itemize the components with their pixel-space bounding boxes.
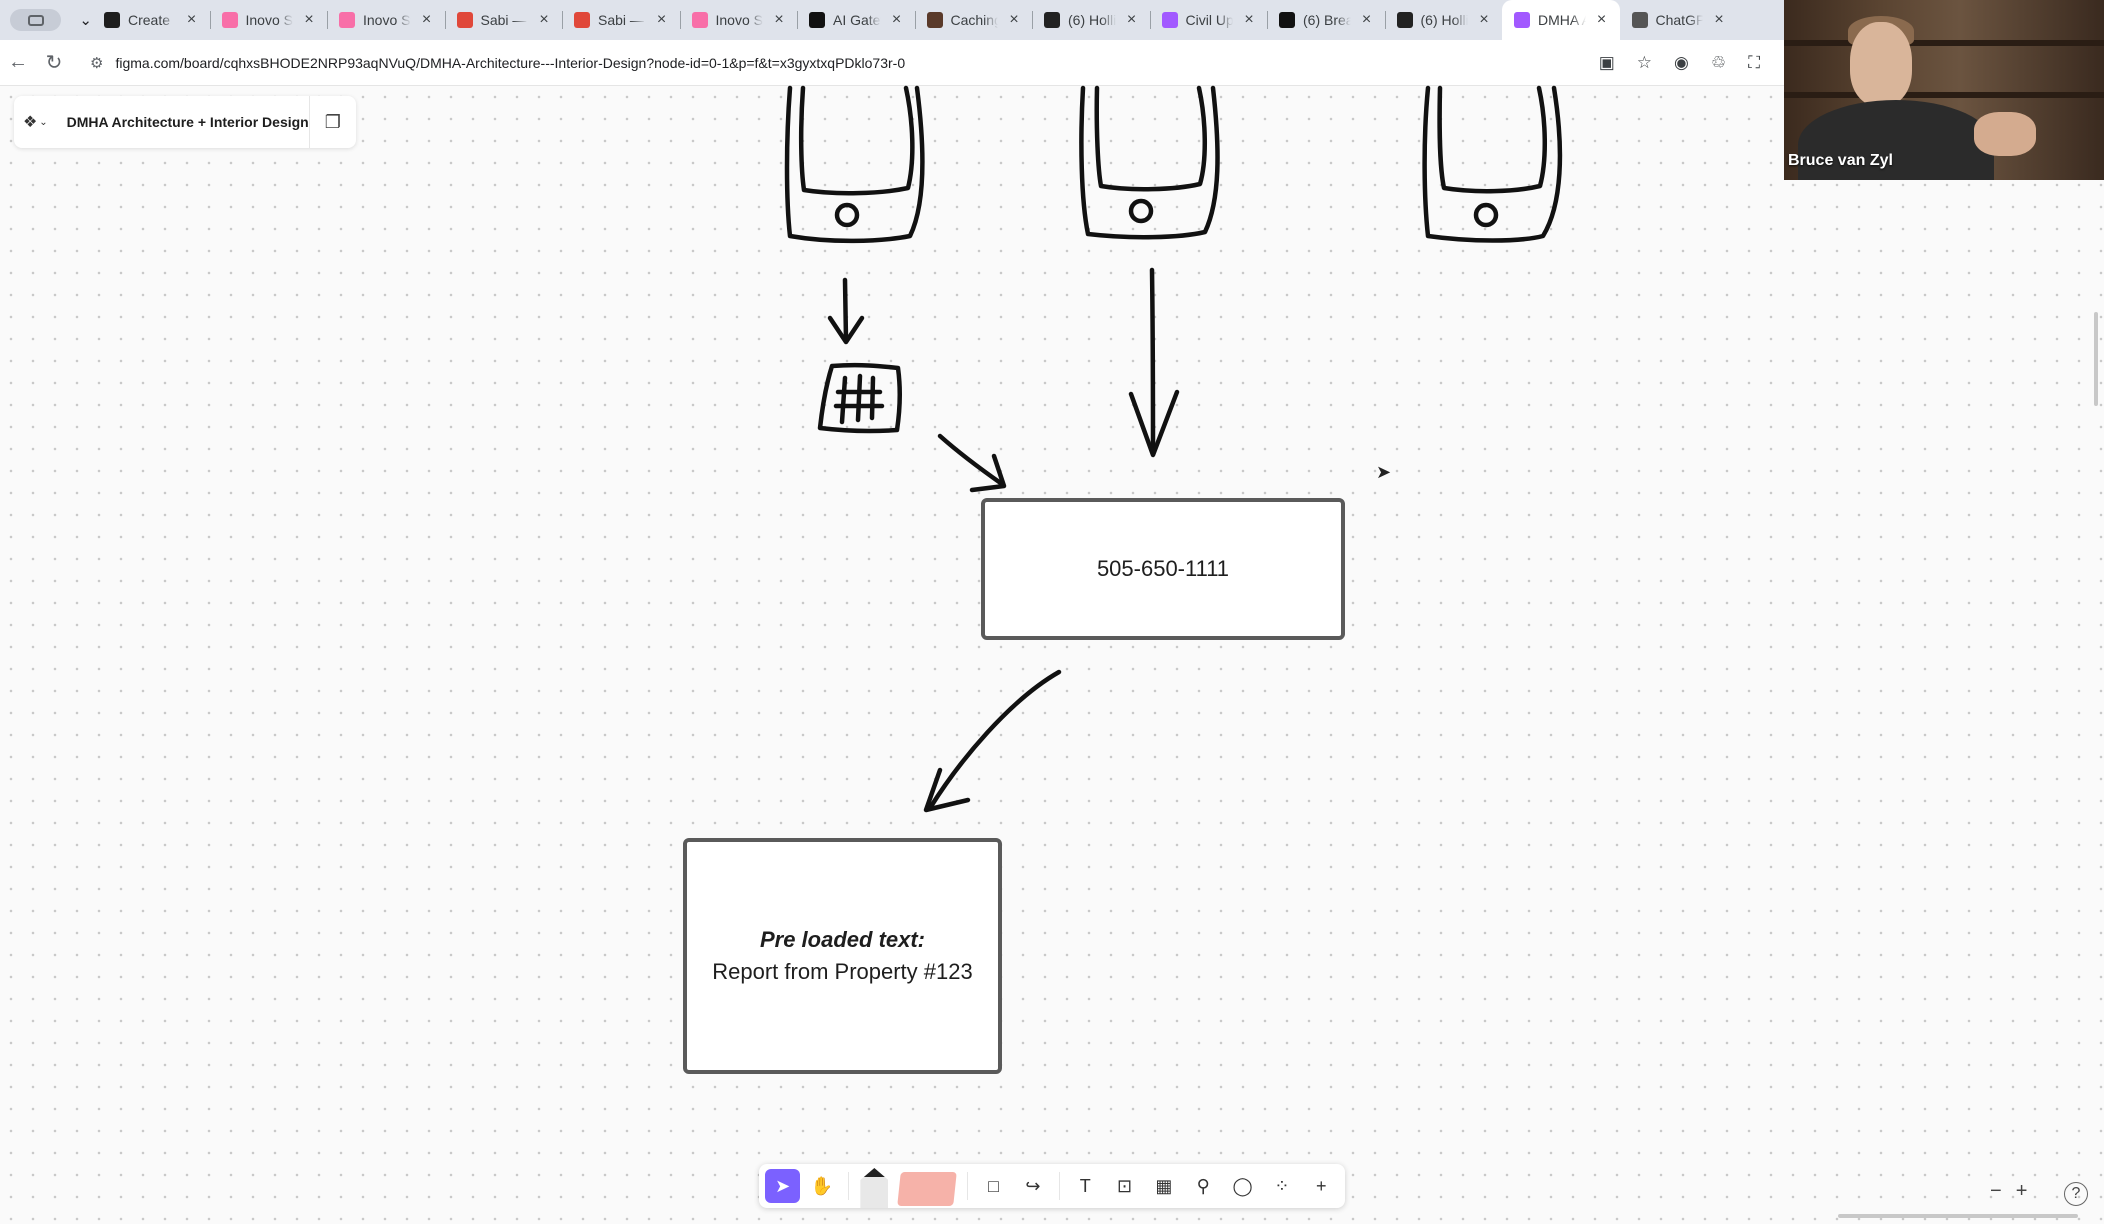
arrow-number-to-report[interactable]	[923, 669, 1062, 813]
stamp-tool-icon[interactable]: ⚲	[1186, 1169, 1221, 1203]
sticky-note-tool-icon[interactable]	[896, 1169, 959, 1206]
more-tools-plus-icon[interactable]: +	[1304, 1169, 1339, 1203]
zoom-controls: − +	[1990, 1180, 2027, 1203]
phone-sketch-middle[interactable]	[1079, 85, 1220, 240]
bookshelf-row	[1784, 40, 2104, 46]
section-tool-icon[interactable]: ⊡	[1107, 1169, 1142, 1203]
report-body-text: Report from Property #123	[712, 959, 973, 984]
text-tool-icon[interactable]: T	[1068, 1169, 1103, 1203]
phone-number-box[interactable]: 505-650-1111	[981, 498, 1345, 640]
webcam-video-overlay: Bruce van Zyl	[1784, 0, 2104, 180]
chevron-down-icon: ⌄	[39, 116, 48, 128]
toolbar-divider	[1058, 1172, 1060, 1200]
bookshelf-row	[1784, 92, 2104, 98]
vertical-scrollbar[interactable]	[2094, 312, 2098, 406]
toolbar-divider	[966, 1172, 968, 1200]
figjam-bottom-toolbar: ➤ ✋ □ ↪ T ⊡ ▦ ⚲ ◯ ⁘ +	[759, 1164, 1345, 1208]
connector-tool-icon[interactable]: ↪	[1015, 1169, 1050, 1203]
horizontal-scrollbar[interactable]	[1838, 1214, 2078, 1218]
phone-sketch-left[interactable]	[784, 85, 925, 244]
file-title[interactable]: DMHA Architecture + Interior Design	[57, 114, 309, 130]
widgets-tool-icon[interactable]: ⁘	[1264, 1169, 1299, 1203]
phone-number-text: 505-650-1111	[1096, 556, 1230, 581]
zoom-in-icon[interactable]: +	[2016, 1180, 2028, 1203]
mouse-cursor-icon: ➤	[1376, 462, 1392, 482]
phone-sketch-right[interactable]	[1422, 85, 1563, 243]
help-icon[interactable]: ?	[2064, 1182, 2088, 1206]
report-lead-text: Pre loaded text:	[759, 927, 926, 952]
person-head	[1850, 22, 1912, 106]
participant-name: Bruce van Zyl	[1788, 152, 1893, 169]
hash-icon-sketch[interactable]	[817, 362, 903, 434]
select-tool-icon[interactable]: ➤	[765, 1169, 801, 1203]
main-menu-button[interactable]: ❖ ⌄	[14, 112, 57, 132]
person-hand	[1974, 112, 2036, 156]
arrow-hash-to-number[interactable]	[937, 433, 1007, 493]
marker-tool-icon[interactable]	[857, 1168, 892, 1208]
zoom-out-icon[interactable]: −	[1990, 1180, 2002, 1203]
figma-logo-icon: ❖	[22, 114, 38, 131]
arrow-phone-to-hash[interactable]	[827, 277, 865, 345]
hand-tool-icon[interactable]: ✋	[804, 1169, 839, 1203]
arrow-middle-phone-to-number[interactable]	[1128, 267, 1180, 458]
file-title-panel: ❖ ⌄ DMHA Architecture + Interior Design ❐	[14, 96, 356, 148]
comment-tool-icon[interactable]: ◯	[1225, 1169, 1260, 1203]
shape-tool-icon[interactable]: □	[976, 1169, 1011, 1203]
table-tool-icon[interactable]: ▦	[1146, 1169, 1181, 1203]
report-text-box[interactable]: Pre loaded text: Report from Property #1…	[683, 838, 1002, 1074]
pages-panel-icon[interactable]: ❐	[310, 112, 356, 133]
toolbar-divider	[847, 1172, 849, 1200]
